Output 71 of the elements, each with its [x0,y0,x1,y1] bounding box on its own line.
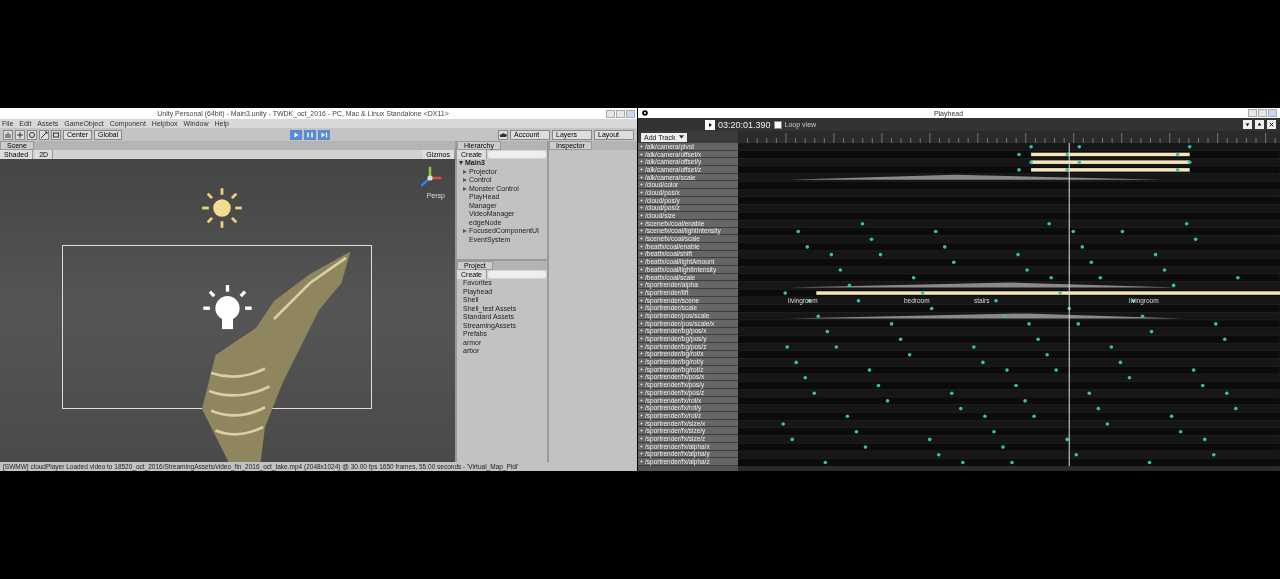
loop-checkbox[interactable] [773,120,782,129]
expand-arrow-icon[interactable] [463,186,467,191]
expand-arrow-icon[interactable] [463,229,467,234]
expand-arrow-icon[interactable] [463,169,467,174]
plus-icon[interactable] [640,398,643,402]
search-field[interactable] [488,151,546,158]
minimize-button[interactable] [1248,109,1257,117]
maximize-button[interactable] [1258,109,1267,117]
plus-icon[interactable] [640,206,643,210]
rect-tool-icon[interactable] [51,129,61,140]
expand-arrow-icon[interactable] [463,178,467,183]
plus-icon[interactable] [640,321,643,325]
plus-icon[interactable] [640,221,643,225]
caret-icon [678,135,684,139]
plus-icon[interactable] [640,152,643,156]
plus-icon[interactable] [640,444,643,448]
plus-icon[interactable] [640,460,643,464]
plus-icon[interactable] [640,190,643,194]
plus-icon[interactable] [640,160,643,164]
timeline-drawing[interactable] [738,143,1280,467]
collapse-button[interactable] [1243,120,1252,129]
plus-icon[interactable] [640,252,643,256]
plus-icon[interactable] [640,313,643,317]
pause-button[interactable] [304,129,317,140]
plus-icon[interactable] [640,436,643,440]
plus-icon[interactable] [640,290,643,294]
plus-icon[interactable] [640,144,643,148]
plus-icon[interactable] [640,275,643,279]
plus-icon[interactable] [640,244,643,248]
play-button[interactable] [705,119,715,130]
plus-icon[interactable] [640,183,643,187]
plus-icon[interactable] [640,406,643,410]
plus-icon[interactable] [640,429,643,433]
expand-button[interactable] [1255,120,1264,129]
cloud-icon[interactable] [498,129,508,140]
move-tool-icon[interactable] [15,129,25,140]
plus-icon[interactable] [640,337,643,341]
plus-icon[interactable] [640,175,643,179]
plus-icon[interactable] [640,214,643,218]
plus-icon[interactable] [640,360,643,364]
hand-tool-icon[interactable] [3,129,13,140]
settings-icon[interactable] [641,109,649,117]
plus-icon[interactable] [640,344,643,348]
plus-icon[interactable] [640,452,643,456]
maximize-button[interactable] [616,109,625,118]
plus-icon[interactable] [640,421,643,425]
search-field[interactable] [488,271,546,278]
plus-icon[interactable] [640,237,643,241]
plus-icon[interactable] [640,283,643,287]
expand-arrow-icon[interactable] [459,161,463,166]
plus-icon[interactable] [640,383,643,387]
sun-icon [200,186,244,230]
plus-icon[interactable] [640,375,643,379]
plus-icon[interactable] [640,390,643,394]
plus-icon[interactable] [640,298,643,302]
plus-icon[interactable] [640,260,643,264]
close-button[interactable] [1267,120,1276,129]
plus-icon[interactable] [640,367,643,371]
plus-icon[interactable] [640,413,643,417]
step-button[interactable] [318,129,331,140]
plus-icon[interactable] [640,229,643,233]
time-display: 03:20:01.390 [718,119,771,130]
plus-icon[interactable] [640,306,643,310]
scale-tool-icon[interactable] [39,129,49,140]
rotate-tool-icon[interactable] [27,129,37,140]
plus-icon[interactable] [640,329,643,333]
minimize-button[interactable] [606,109,615,118]
plus-icon[interactable] [640,267,643,271]
plus-icon[interactable] [640,167,643,171]
plus-icon[interactable] [640,352,643,356]
plus-icon[interactable] [640,198,643,202]
